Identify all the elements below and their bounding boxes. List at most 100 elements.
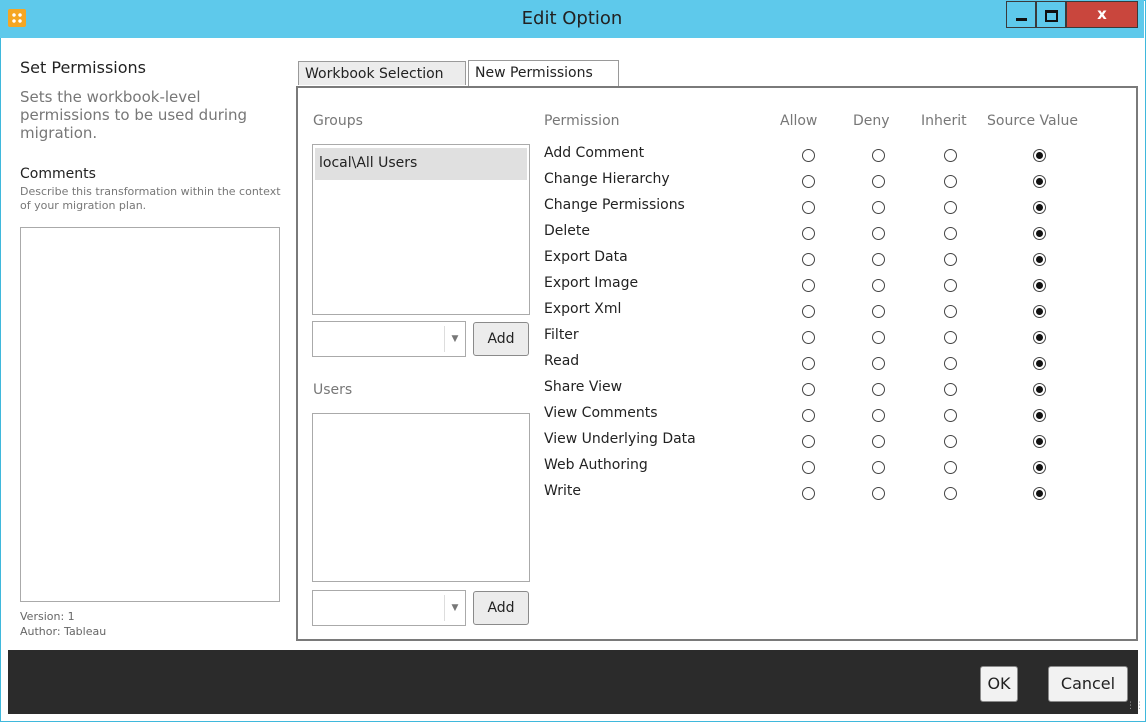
- allow-column-header: Allow: [780, 113, 818, 129]
- radio-source[interactable]: [1033, 279, 1046, 292]
- radio-deny[interactable]: [872, 331, 885, 344]
- radio-source[interactable]: [1033, 357, 1046, 370]
- radio-deny[interactable]: [872, 357, 885, 370]
- radio-deny[interactable]: [872, 305, 885, 318]
- ok-button[interactable]: OK: [980, 666, 1018, 702]
- radio-inherit[interactable]: [944, 487, 957, 500]
- set-permissions-heading: Set Permissions: [20, 58, 146, 77]
- chevron-down-icon[interactable]: ▼: [444, 595, 465, 621]
- radio-inherit[interactable]: [944, 383, 957, 396]
- comments-description: Describe this transformation within the …: [20, 185, 281, 212]
- permission-row-label: Filter: [544, 327, 579, 343]
- users-combo[interactable]: ▼: [312, 590, 466, 626]
- radio-allow[interactable]: [802, 227, 815, 240]
- radio-allow[interactable]: [802, 383, 815, 396]
- radio-source[interactable]: [1033, 149, 1046, 162]
- footer-bar: [8, 650, 1138, 714]
- comments-textarea[interactable]: [20, 227, 280, 602]
- permission-row-label: Read: [544, 353, 580, 369]
- permission-row-label: Delete: [544, 223, 590, 239]
- radio-inherit[interactable]: [944, 409, 957, 422]
- author-label: Author: Tableau: [20, 625, 107, 638]
- groups-label: Groups: [313, 113, 363, 129]
- radio-source[interactable]: [1033, 175, 1046, 188]
- permission-row-label: Share View: [544, 379, 623, 395]
- radio-inherit[interactable]: [944, 331, 957, 344]
- radio-inherit[interactable]: [944, 461, 957, 474]
- groups-combo[interactable]: ▼: [312, 321, 466, 357]
- radio-source[interactable]: [1033, 253, 1046, 266]
- permission-row-label: View Comments: [544, 405, 658, 421]
- permission-row-label: Change Hierarchy: [544, 171, 670, 187]
- add-group-button[interactable]: Add: [473, 322, 529, 356]
- radio-allow[interactable]: [802, 435, 815, 448]
- comments-heading: Comments: [20, 166, 96, 182]
- radio-deny[interactable]: [872, 409, 885, 422]
- minimize-button[interactable]: [1006, 1, 1036, 28]
- close-button[interactable]: x: [1066, 1, 1138, 28]
- radio-inherit[interactable]: [944, 279, 957, 292]
- radio-deny[interactable]: [872, 227, 885, 240]
- deny-column-header: Deny: [853, 113, 890, 129]
- source-value-column-header: Source Value: [987, 113, 1078, 129]
- maximize-button[interactable]: [1036, 1, 1066, 28]
- permission-row-label: Change Permissions: [544, 197, 685, 213]
- radio-allow[interactable]: [802, 279, 815, 292]
- radio-inherit[interactable]: [944, 435, 957, 448]
- radio-allow[interactable]: [802, 357, 815, 370]
- chevron-down-icon[interactable]: ▼: [444, 326, 465, 352]
- radio-deny[interactable]: [872, 175, 885, 188]
- set-permissions-description: Sets the workbook-level permissions to b…: [20, 88, 248, 142]
- cancel-button[interactable]: Cancel: [1048, 666, 1128, 702]
- radio-allow[interactable]: [802, 461, 815, 474]
- radio-allow[interactable]: [802, 175, 815, 188]
- radio-source[interactable]: [1033, 383, 1046, 396]
- radio-deny[interactable]: [872, 435, 885, 448]
- users-listbox[interactable]: [312, 413, 530, 582]
- radio-source[interactable]: [1033, 461, 1046, 474]
- radio-deny[interactable]: [872, 201, 885, 214]
- title-bar[interactable]: Edit Option x: [0, 0, 1144, 38]
- radio-source[interactable]: [1033, 331, 1046, 344]
- permission-row-label: Add Comment: [544, 145, 645, 161]
- radio-inherit[interactable]: [944, 201, 957, 214]
- tab-workbook-selection[interactable]: Workbook Selection: [298, 61, 466, 85]
- tab-new-permissions[interactable]: New Permissions: [468, 60, 619, 86]
- add-user-button[interactable]: Add: [473, 591, 529, 625]
- radio-inherit[interactable]: [944, 175, 957, 188]
- radio-inherit[interactable]: [944, 253, 957, 266]
- radio-inherit[interactable]: [944, 227, 957, 240]
- radio-source[interactable]: [1033, 409, 1046, 422]
- radio-deny[interactable]: [872, 253, 885, 266]
- window-title: Edit Option: [521, 8, 623, 29]
- radio-source[interactable]: [1033, 227, 1046, 240]
- radio-allow[interactable]: [802, 409, 815, 422]
- radio-deny[interactable]: [872, 279, 885, 292]
- permission-column-header: Permission: [544, 113, 620, 129]
- radio-source[interactable]: [1033, 201, 1046, 214]
- radio-allow[interactable]: [802, 201, 815, 214]
- radio-allow[interactable]: [802, 305, 815, 318]
- radio-deny[interactable]: [872, 383, 885, 396]
- radio-inherit[interactable]: [944, 305, 957, 318]
- radio-source[interactable]: [1033, 487, 1046, 500]
- radio-allow[interactable]: [802, 487, 815, 500]
- radio-inherit[interactable]: [944, 357, 957, 370]
- permission-row-label: Write: [544, 483, 581, 499]
- radio-allow[interactable]: [802, 331, 815, 344]
- permission-row-label: View Underlying Data: [544, 431, 696, 447]
- radio-allow[interactable]: [802, 149, 815, 162]
- resize-grip-icon[interactable]: ⋮⋮: [1126, 700, 1144, 712]
- permission-row-label: Export Image: [544, 275, 639, 291]
- radio-source[interactable]: [1033, 435, 1046, 448]
- radio-allow[interactable]: [802, 253, 815, 266]
- permission-row-label: Export Data: [544, 249, 628, 265]
- version-label: Version: 1: [20, 610, 75, 623]
- radio-deny[interactable]: [872, 149, 885, 162]
- radio-inherit[interactable]: [944, 149, 957, 162]
- list-item[interactable]: local\All Users: [315, 148, 527, 180]
- permission-row-label: Export Xml: [544, 301, 622, 317]
- radio-deny[interactable]: [872, 461, 885, 474]
- radio-source[interactable]: [1033, 305, 1046, 318]
- radio-deny[interactable]: [872, 487, 885, 500]
